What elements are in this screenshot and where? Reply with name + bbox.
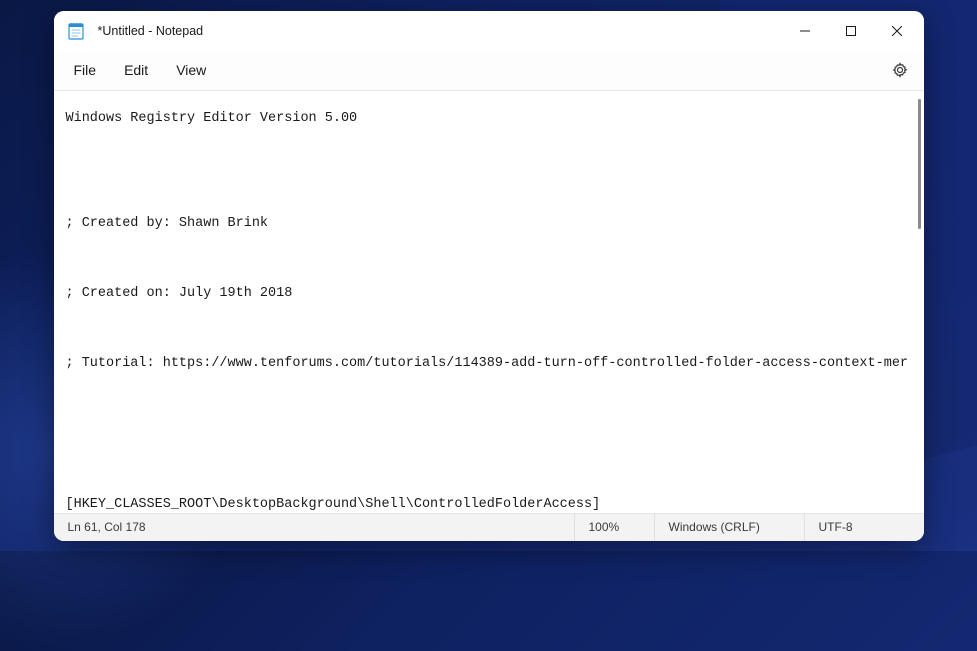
minimize-button[interactable]	[782, 15, 828, 47]
menu-view[interactable]: View	[162, 56, 220, 84]
status-zoom[interactable]: 100%	[574, 514, 654, 541]
maximize-button[interactable]	[828, 15, 874, 47]
editor-area: Windows Registry Editor Version 5.00 ; C…	[54, 91, 924, 513]
scrollbar-thumb[interactable]	[918, 99, 921, 229]
window-controls	[782, 15, 920, 47]
status-position: Ln 61, Col 178	[54, 514, 574, 541]
text-editor[interactable]: Windows Registry Editor Version 5.00 ; C…	[54, 91, 912, 513]
statusbar: Ln 61, Col 178 100% Windows (CRLF) UTF-8	[54, 513, 924, 541]
notepad-window: *Untitled - Notepad File Edit View Windo…	[54, 11, 924, 541]
close-button[interactable]	[874, 15, 920, 47]
menu-file[interactable]: File	[60, 56, 111, 84]
vertical-scrollbar[interactable]	[912, 91, 924, 513]
titlebar[interactable]: *Untitled - Notepad	[54, 11, 924, 51]
menubar: File Edit View	[54, 51, 924, 91]
status-line-ending: Windows (CRLF)	[654, 514, 804, 541]
status-encoding: UTF-8	[804, 514, 924, 541]
menu-edit[interactable]: Edit	[110, 56, 162, 84]
settings-button[interactable]	[882, 54, 918, 86]
window-title: *Untitled - Notepad	[98, 24, 782, 38]
gear-icon	[892, 62, 908, 78]
notepad-icon	[68, 22, 84, 40]
